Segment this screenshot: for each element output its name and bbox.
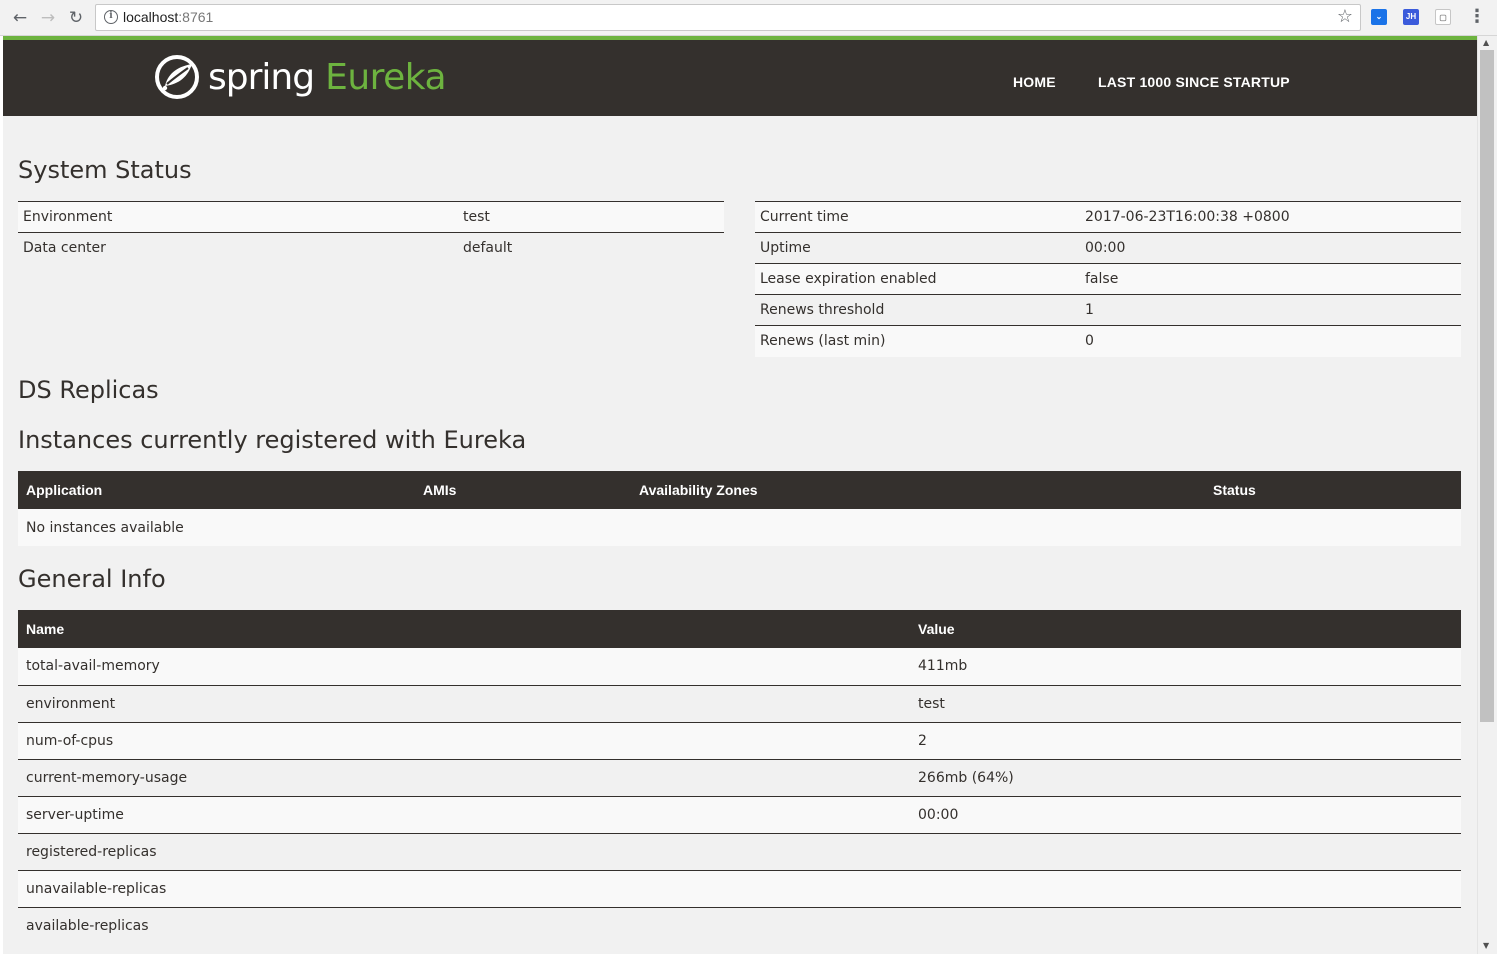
scroll-up-arrow-icon[interactable]: ▲ [1483,38,1489,47]
no-instances-text: No instances available [18,509,1461,546]
table-row: No instances available [18,509,1461,546]
col-amis: AMIs [423,482,457,498]
table-row: Data center default [18,232,724,264]
info-name: available-replicas [18,906,910,944]
info-name: registered-replicas [18,832,910,870]
back-arrow-icon[interactable]: ← [9,7,31,29]
scroll-down-arrow-icon[interactable]: ▼ [1483,941,1489,950]
page-viewport: spring Eureka HOME LAST 1000 SINCE START… [3,36,1477,954]
info-name: unavailable-replicas [18,869,910,907]
status-value: 00:00 [1080,232,1461,264]
general-info-table: Name Value total-avail-memory 411mb envi… [18,610,1461,944]
spring-leaf-icon [155,55,199,99]
table-row: server-uptime 00:00 [18,795,1461,833]
nav-last-1000-link[interactable]: LAST 1000 SINCE STARTUP [1098,74,1290,90]
table-row: environment test [18,684,1461,722]
scrollbar-thumb[interactable] [1480,50,1494,722]
table-row: registered-replicas [18,832,1461,870]
jh-extension-icon[interactable]: JH [1403,9,1419,25]
reload-icon[interactable]: ↻ [65,7,87,29]
system-status-right-table: Current time 2017-06-23T16:00:38 +0800 U… [755,201,1461,357]
instances-title: Instances currently registered with Eure… [18,426,527,454]
col-name: Name [26,621,65,637]
info-name: num-of-cpus [18,721,910,759]
browser-menu-icon[interactable]: ⋮ [1468,6,1486,28]
pocket-icon[interactable]: ⌄ [1371,9,1387,25]
status-value: 1 [1080,294,1461,326]
system-status-left-table: Environment test Data center default [18,201,724,264]
logo-eureka-text: Eureka [325,56,447,98]
table-row: Renews (last min) 0 [755,325,1461,357]
info-value: test [910,684,1461,722]
nav-home-link[interactable]: HOME [1013,74,1056,90]
address-bar[interactable]: i localhost:8761 ☆ [95,4,1361,31]
status-value: false [1080,263,1461,295]
info-value: 266mb (64%) [910,758,1461,796]
status-key: Renews (last min) [755,325,1080,357]
info-name: server-uptime [18,795,910,833]
status-key: Current time [755,201,1080,233]
doc-extension-icon[interactable]: ▢ [1435,9,1451,25]
table-row: num-of-cpus 2 [18,721,1461,759]
info-icon[interactable]: i [104,10,118,24]
status-key: Lease expiration enabled [755,263,1080,295]
status-value: 2017-06-23T16:00:38 +0800 [1080,201,1461,233]
col-availability-zones: Availability Zones [639,482,758,498]
info-name: environment [18,684,910,722]
status-value: 0 [1080,325,1461,357]
table-row: Renews threshold 1 [755,294,1461,326]
info-name: current-memory-usage [18,758,910,796]
table-row: Environment test [18,201,724,233]
ds-replicas-title: DS Replicas [18,376,159,404]
table-row: unavailable-replicas [18,869,1461,907]
col-application: Application [26,482,103,498]
general-info-title: General Info [18,565,166,593]
info-name: total-avail-memory [18,648,910,685]
col-status: Status [1213,482,1256,498]
col-value: Value [918,621,955,637]
status-key: Environment [18,201,458,233]
status-key: Uptime [755,232,1080,264]
info-value: 411mb [910,648,1461,685]
browser-toolbar: ← → ↻ i localhost:8761 ☆ ⌄ JH ▢ ⋮ [0,0,1497,36]
info-value [910,906,1461,944]
top-navbar: spring Eureka HOME LAST 1000 SINCE START… [3,40,1477,116]
bookmark-star-icon[interactable]: ☆ [1337,6,1353,27]
table-row: Current time 2017-06-23T16:00:38 +0800 [755,201,1461,233]
info-value: 2 [910,721,1461,759]
table-row: available-replicas [18,906,1461,944]
info-value: 00:00 [910,795,1461,833]
status-value: test [458,201,724,233]
table-row: Lease expiration enabled false [755,263,1461,295]
system-status-title: System Status [18,156,192,184]
general-info-header-row: Name Value [18,610,1461,648]
spring-eureka-logo[interactable]: spring Eureka [154,53,447,101]
table-row: current-memory-usage 266mb (64%) [18,758,1461,796]
status-key: Renews threshold [755,294,1080,326]
info-value [910,832,1461,870]
status-value: default [458,232,724,264]
table-row: Uptime 00:00 [755,232,1461,264]
instances-header-row: Application AMIs Availability Zones Stat… [18,471,1461,509]
url-text[interactable]: localhost:8761 [123,9,213,25]
instances-table: Application AMIs Availability Zones Stat… [18,471,1461,546]
vertical-scrollbar[interactable]: ▲ ▼ [1477,36,1497,954]
logo-spring-text: spring [208,56,315,98]
table-row: total-avail-memory 411mb [18,648,1461,685]
forward-arrow-icon[interactable]: → [37,7,59,29]
info-value [910,869,1461,907]
status-key: Data center [18,232,458,264]
